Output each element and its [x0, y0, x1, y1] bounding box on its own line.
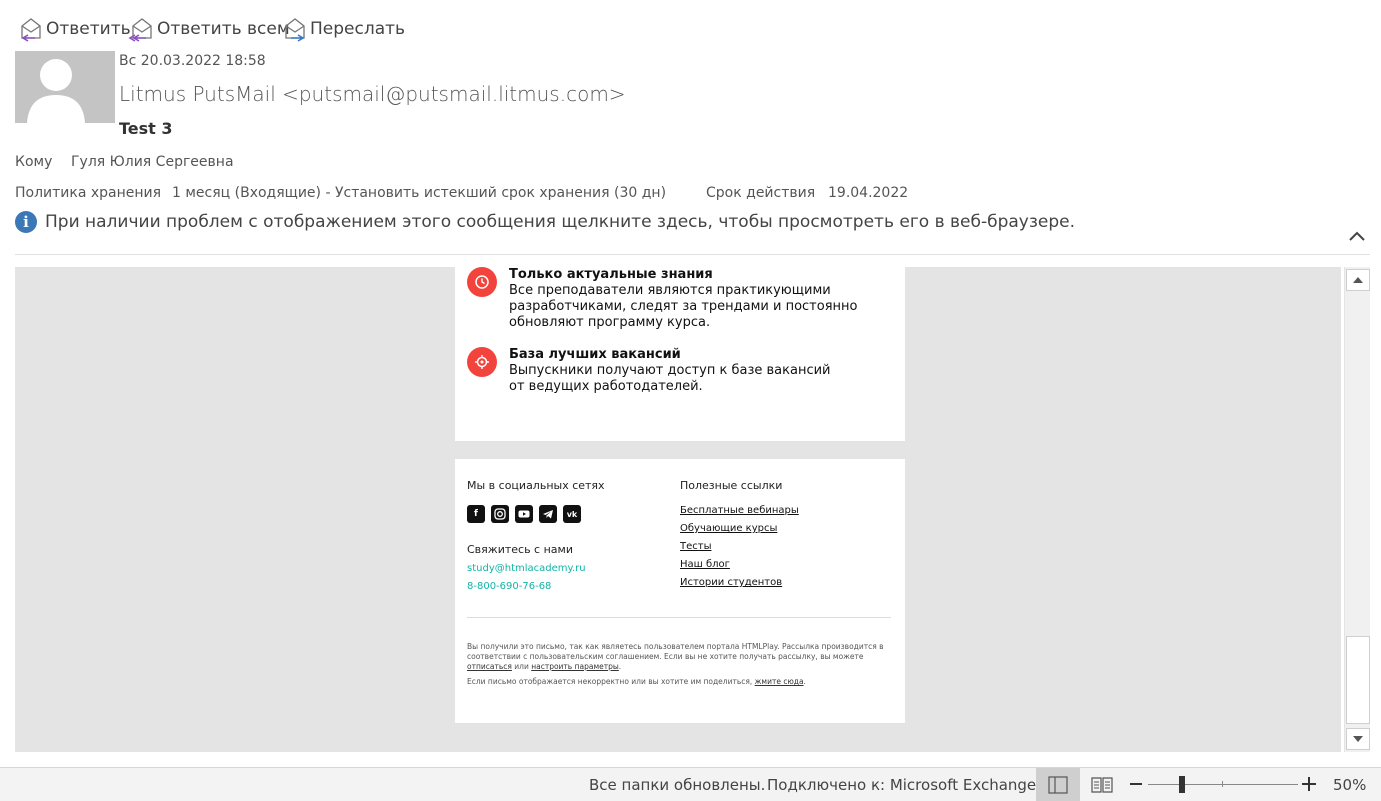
- feature-item: Только актуальные знания Все преподавате…: [467, 267, 858, 331]
- triangle-down-icon: [1353, 736, 1363, 742]
- message-subject: Test 3: [119, 119, 173, 138]
- reading-view-button[interactable]: [1080, 768, 1124, 801]
- retention-label: Политика хранения: [15, 185, 162, 201]
- vk-icon[interactable]: vk: [563, 505, 581, 523]
- link-blog[interactable]: Наш блог: [680, 558, 799, 576]
- feature-item: База лучших вакансий Выпускники получают…: [467, 347, 831, 395]
- contact-email[interactable]: study@htmlacademy.ru: [467, 563, 586, 574]
- to-recipient[interactable]: Гуля Юлия Сергеевна: [71, 154, 234, 170]
- retention-value: 1 месяц (Входящие) - Установить истекший…: [172, 185, 667, 201]
- zoom-out-button[interactable]: [1129, 776, 1143, 792]
- target-icon: [467, 347, 497, 377]
- feature-text-line: Выпускники получают доступ к базе ваканс…: [509, 363, 831, 378]
- legal-text: Вы получили это письмо, так как являетес…: [467, 642, 884, 671]
- header-divider: [15, 254, 1370, 255]
- avatar: [15, 51, 115, 123]
- vertical-scrollbar[interactable]: [1344, 267, 1370, 752]
- click-here-link[interactable]: жмите сюда: [755, 677, 804, 686]
- feature-text-line: обновляют программу курса.: [509, 315, 711, 330]
- facebook-icon[interactable]: f: [467, 505, 485, 523]
- features-card: Только актуальные знания Все преподавате…: [455, 267, 905, 441]
- useful-links: Бесплатные вебинары Обучающие курсы Тест…: [680, 504, 799, 594]
- expiry-label: Срок действия: [706, 185, 816, 201]
- info-icon: i: [15, 211, 37, 233]
- collapse-header-button[interactable]: [1346, 226, 1368, 246]
- footer-divider: [467, 617, 891, 618]
- feature-title: Только актуальные знания: [509, 267, 713, 282]
- contact-phone[interactable]: 8-800-690-76-68: [467, 581, 551, 592]
- footer-card: Мы в социальных сетях f vk Свяжитесь с н…: [455, 459, 905, 723]
- reply-all-button[interactable]: Ответить всем: [127, 14, 290, 44]
- connection-status: Подключено к: Microsoft Exchange: [767, 776, 1037, 794]
- to-label: Кому: [15, 154, 53, 170]
- link-webinars[interactable]: Бесплатные вебинары: [680, 504, 799, 522]
- feature-text-line: Все преподаватели являются практикующими: [509, 283, 831, 298]
- reply-button[interactable]: Ответить: [18, 14, 131, 44]
- link-student-stories[interactable]: Истории студентов: [680, 576, 799, 594]
- contact-heading: Свяжитесь с нами: [467, 543, 573, 556]
- web-view-infobar[interactable]: i При наличии проблем с отображением это…: [15, 211, 1075, 233]
- clock-icon: [467, 267, 497, 297]
- links-heading: Полезные ссылки: [680, 479, 783, 492]
- reply-label: Ответить: [46, 19, 131, 39]
- link-tests[interactable]: Тесты: [680, 540, 799, 558]
- scroll-up-button[interactable]: [1346, 269, 1370, 291]
- infobar-text: При наличии проблем с отображением этого…: [45, 212, 1075, 232]
- reading-view-icon: [1091, 776, 1113, 793]
- zoom-level[interactable]: 50%: [1333, 776, 1366, 794]
- legal-or: или: [514, 662, 529, 671]
- message-date: Вс 20.03.2022 18:58: [119, 53, 266, 69]
- youtube-icon[interactable]: [515, 505, 533, 523]
- feature-text-line: от ведущих работодателей.: [509, 379, 703, 394]
- reply-all-label: Ответить всем: [157, 19, 290, 39]
- minus-icon: [1130, 783, 1142, 785]
- email-body-viewport[interactable]: Только актуальные знания Все преподавате…: [15, 267, 1341, 752]
- forward-label: Переслать: [310, 19, 406, 39]
- share-text: Если письмо отображается некорректно или…: [467, 677, 806, 686]
- triangle-up-icon: [1353, 277, 1363, 283]
- instagram-icon[interactable]: [491, 505, 509, 523]
- plus-icon: [1302, 777, 1316, 791]
- forward-icon: [285, 18, 305, 42]
- legal-text-part: Вы получили это письмо, так как являетес…: [467, 642, 884, 661]
- expiry-value: 19.04.2022: [828, 185, 909, 201]
- sync-status: Все папки обновлены.: [589, 776, 766, 794]
- link-courses[interactable]: Обучающие курсы: [680, 522, 799, 540]
- zoom-slider-center-tick: [1222, 781, 1223, 787]
- scroll-down-button[interactable]: [1346, 728, 1370, 750]
- zoom-in-button[interactable]: [1301, 776, 1317, 792]
- social-links: f vk: [467, 505, 581, 523]
- reply-all-icon: [128, 18, 152, 42]
- unsubscribe-link[interactable]: отписаться: [467, 662, 512, 671]
- configure-link[interactable]: настроить параметры: [531, 662, 619, 671]
- normal-view-icon: [1048, 775, 1068, 794]
- social-heading: Мы в социальных сетях: [467, 479, 605, 492]
- person-icon: [15, 51, 115, 123]
- normal-view-button[interactable]: [1036, 768, 1080, 801]
- scrollbar-thumb[interactable]: [1346, 636, 1370, 724]
- telegram-icon[interactable]: [539, 505, 557, 523]
- feature-text-line: разработчиками, следят за трендами и пос…: [509, 299, 858, 314]
- forward-button[interactable]: Переслать: [282, 14, 405, 44]
- status-bar: Все папки обновлены. Подключено к: Micro…: [0, 767, 1381, 801]
- message-sender[interactable]: Litmus PutsMail <putsmail@putsmail.litmu…: [119, 82, 626, 106]
- share-text-part: Если письмо отображается некорректно или…: [467, 677, 753, 686]
- zoom-slider-track[interactable]: [1148, 784, 1298, 785]
- feature-title: База лучших вакансий: [509, 347, 681, 362]
- reply-icon: [21, 18, 41, 42]
- chevron-up-icon: [1349, 231, 1365, 241]
- zoom-slider-thumb[interactable]: [1179, 776, 1185, 793]
